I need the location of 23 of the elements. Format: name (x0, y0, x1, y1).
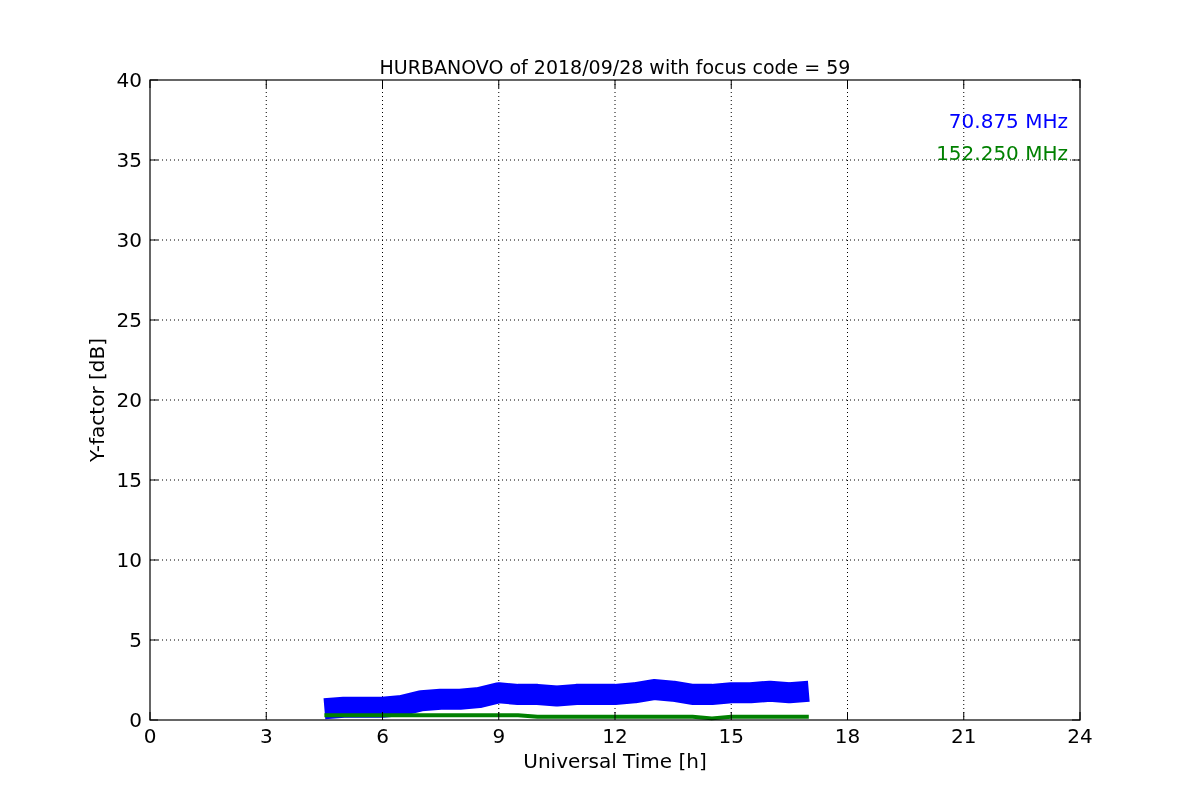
y-tick-label: 35 (116, 148, 142, 172)
x-tick-label: 6 (376, 724, 389, 748)
y-tick-label: 10 (116, 548, 142, 572)
y-tick-label: 25 (116, 308, 142, 332)
chart-title: HURBANOVO of 2018/09/28 with focus code = 59 (379, 56, 851, 78)
y-tick-label: 15 (116, 468, 142, 492)
y-axis-label: Y-factor [dB] (85, 338, 109, 462)
x-tick-label: 15 (718, 724, 744, 748)
y-tick-label: 20 (116, 388, 142, 412)
x-tick-label: 3 (259, 724, 273, 748)
x-tick-label: 18 (834, 724, 861, 748)
x-tick-label: 24 (1067, 724, 1093, 748)
y-tick-label: 40 (116, 68, 142, 92)
x-axis-label: Universal Time [h] (523, 749, 707, 773)
legend-label: 70.875 MHz (948, 109, 1068, 133)
y-tick-label: 0 (129, 708, 142, 732)
x-tick-label: 12 (602, 724, 628, 748)
y-tick-label: 30 (116, 228, 142, 252)
legend-label: 152.250 MHz (936, 141, 1068, 165)
x-tick-label: 0 (143, 724, 157, 748)
y-tick-label: 5 (129, 628, 142, 652)
x-tick-label: 9 (492, 724, 506, 748)
x-tick-label: 21 (951, 724, 977, 748)
